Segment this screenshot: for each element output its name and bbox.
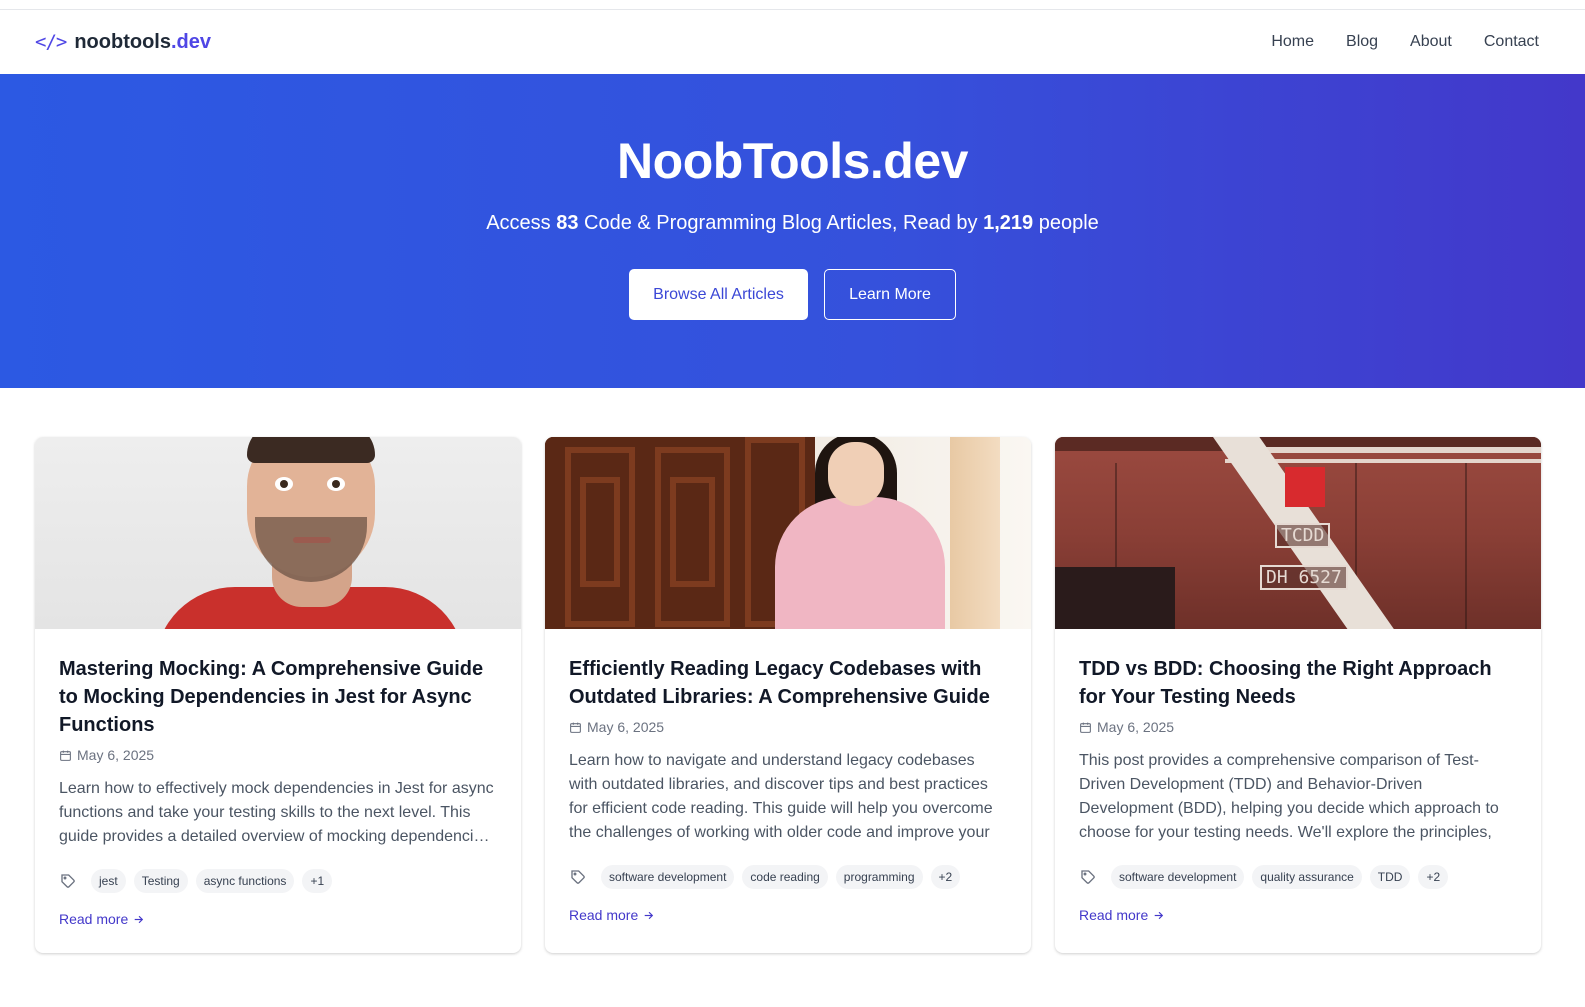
nav-link-home[interactable]: Home xyxy=(1271,33,1314,51)
hero-sub-suffix: people xyxy=(1033,212,1099,234)
article-date: May 6, 2025 xyxy=(59,747,497,763)
article-card[interactable]: TCDD DH 6527 TDD vs BDD: Choosing the Ri… xyxy=(1055,437,1541,953)
calendar-icon xyxy=(60,750,71,761)
article-date-text: May 6, 2025 xyxy=(77,747,155,763)
brand-name: noobtools xyxy=(74,30,171,53)
article-date: May 6, 2025 xyxy=(1079,719,1517,735)
read-more-link[interactable]: Read more xyxy=(1079,907,1517,923)
image-plate-bottom: DH 6527 xyxy=(1260,565,1348,590)
read-more-label: Read more xyxy=(1079,907,1149,923)
calendar-icon xyxy=(570,722,581,733)
article-image[interactable] xyxy=(545,437,1031,629)
article-tags: software development code reading progra… xyxy=(569,865,1007,889)
tag-chip[interactable]: jest xyxy=(91,869,126,893)
arrow-right-icon xyxy=(644,911,654,919)
hero-section: NoobTools.dev Access 83 Code & Programmi… xyxy=(0,74,1585,388)
hero-sub-prefix: Access xyxy=(486,212,557,234)
tag-chip[interactable]: programming xyxy=(835,865,923,889)
article-date: May 6, 2025 xyxy=(569,719,1007,735)
browse-articles-button[interactable]: Browse All Articles xyxy=(629,269,808,320)
read-more-label: Read more xyxy=(59,911,129,927)
read-more-link[interactable]: Read more xyxy=(569,907,1007,923)
article-excerpt: Learn how to navigate and understand leg… xyxy=(569,752,993,841)
article-excerpt: This post provides a comprehensive compa… xyxy=(1079,752,1499,841)
reader-count: 1,219 xyxy=(983,212,1034,234)
learn-more-button[interactable]: Learn More xyxy=(824,269,956,320)
article-title[interactable]: Mastering Mocking: A Comprehensive Guide… xyxy=(59,655,497,739)
brand-logo[interactable]: </> noobtools.dev xyxy=(35,31,211,54)
read-more-link[interactable]: Read more xyxy=(59,911,497,927)
navbar: </> noobtools.dev Home Blog About Contac… xyxy=(0,10,1585,74)
article-title[interactable]: Efficiently Reading Legacy Codebases wit… xyxy=(569,655,1007,711)
article-count: 83 xyxy=(556,212,579,234)
read-more-label: Read more xyxy=(569,907,639,923)
tag-icon xyxy=(61,874,75,888)
tag-chip[interactable]: software development xyxy=(1111,865,1245,889)
top-border xyxy=(0,0,1585,10)
article-date-text: May 6, 2025 xyxy=(587,719,665,735)
more-tags-chip[interactable]: +1 xyxy=(302,869,333,893)
tag-chip[interactable]: software development xyxy=(601,865,735,889)
article-card[interactable]: Mastering Mocking: A Comprehensive Guide… xyxy=(35,437,521,953)
brand-tld: .dev xyxy=(170,30,211,53)
article-tags: jest Testing async functions +1 xyxy=(59,869,497,893)
nav-links: Home Blog About Contact xyxy=(1271,33,1539,51)
article-grid: Mastering Mocking: A Comprehensive Guide… xyxy=(35,437,1541,953)
tag-icon xyxy=(1081,870,1095,884)
article-excerpt: Learn how to effectively mock dependenci… xyxy=(59,780,494,845)
arrow-right-icon xyxy=(134,915,144,923)
nav-link-about[interactable]: About xyxy=(1410,33,1452,51)
tag-chip[interactable]: async functions xyxy=(195,869,295,893)
tag-chip[interactable]: Testing xyxy=(133,869,188,893)
code-icon: </> xyxy=(35,31,67,53)
arrow-right-icon xyxy=(1154,911,1164,919)
calendar-icon xyxy=(1080,722,1091,733)
more-tags-chip[interactable]: +2 xyxy=(930,865,961,889)
tag-chip[interactable]: quality assurance xyxy=(1252,865,1362,889)
article-image[interactable] xyxy=(35,437,521,629)
article-date-text: May 6, 2025 xyxy=(1097,719,1175,735)
hero-subtitle: Access 83 Code & Programming Blog Articl… xyxy=(486,212,1099,235)
hero-buttons: Browse All Articles Learn More xyxy=(629,269,956,320)
hero-sub-middle: Code & Programming Blog Articles, Read b… xyxy=(578,212,984,234)
article-title[interactable]: TDD vs BDD: Choosing the Right Approach … xyxy=(1079,655,1517,711)
tag-chip[interactable]: code reading xyxy=(742,865,828,889)
nav-link-contact[interactable]: Contact xyxy=(1484,33,1539,51)
tag-icon xyxy=(571,870,585,884)
article-tags: software development quality assurance T… xyxy=(1079,865,1517,889)
nav-link-blog[interactable]: Blog xyxy=(1346,33,1378,51)
more-tags-chip[interactable]: +2 xyxy=(1418,865,1449,889)
article-image[interactable]: TCDD DH 6527 xyxy=(1055,437,1541,629)
article-card[interactable]: Efficiently Reading Legacy Codebases wit… xyxy=(545,437,1031,953)
hero-title: NoobTools.dev xyxy=(617,133,968,189)
image-plate-top: TCDD xyxy=(1275,523,1331,548)
tag-chip[interactable]: TDD xyxy=(1369,865,1411,889)
